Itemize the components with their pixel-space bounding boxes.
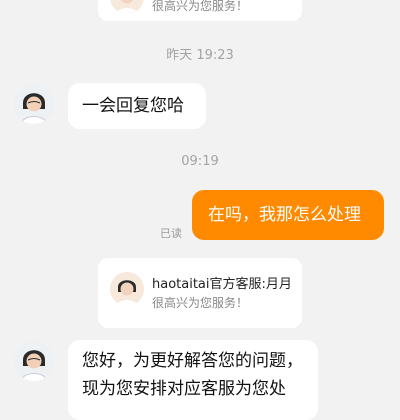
message-bubble-user[interactable]: 在吗，我那怎么处理 (192, 190, 384, 240)
timestamp: 09:19 (181, 154, 219, 169)
system-card-top: 很高兴为您服务！ (98, 0, 302, 21)
timestamp: 昨天 19:23 (166, 48, 234, 63)
message-text: 在吗，我那怎么处理 (208, 205, 361, 225)
card-subtitle: 很高兴为您服务！ (152, 296, 249, 310)
read-status: 已读 (160, 227, 182, 240)
system-card: haotaitai官方客服:月月 很高兴为您服务！ (98, 258, 302, 328)
message-bubble-agent[interactable]: 您好，为更好解答您的问题， 现为您安排对应客服为您处 (68, 340, 318, 420)
agent-avatar-icon[interactable] (14, 341, 54, 381)
card-title: haotaitai官方客服:月月 (152, 277, 292, 292)
message-text: 一会回复您哈 (82, 96, 184, 116)
agent-avatar-icon[interactable] (14, 84, 54, 124)
agent-avatar-icon (110, 0, 144, 14)
message-bubble-agent[interactable]: 一会回复您哈 (68, 83, 206, 129)
agent-avatar-icon (110, 272, 144, 306)
message-text-line: 您好，为更好解答您的问题， (82, 351, 303, 371)
card-subtitle: 很高兴为您服务！ (152, 0, 249, 13)
message-text-line: 现为您安排对应客服为您处 (82, 379, 286, 399)
